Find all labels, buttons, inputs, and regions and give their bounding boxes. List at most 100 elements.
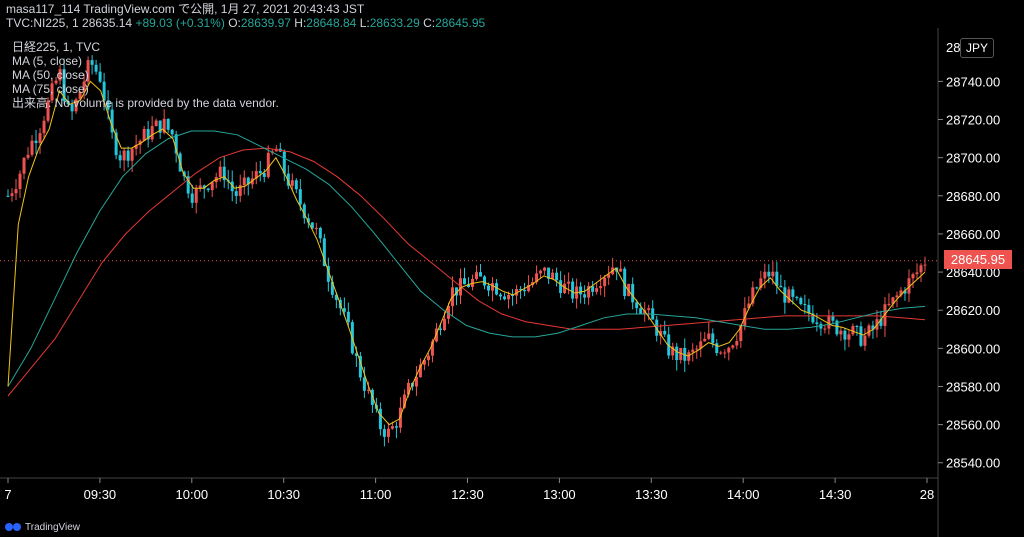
candle-body	[731, 345, 735, 348]
candle-body	[22, 157, 26, 174]
candle-body	[691, 349, 695, 353]
candle-body	[923, 264, 927, 266]
candle-body	[687, 352, 691, 361]
y-tick-label: 28660.00	[946, 227, 1000, 242]
candle-body	[831, 315, 835, 321]
legend-series-title[interactable]: 日経225, 1, TVC	[12, 40, 279, 54]
last-price-label: 28645.95	[944, 250, 1012, 269]
candle-body	[479, 272, 483, 277]
candle-body	[166, 118, 170, 130]
candle-body	[887, 303, 891, 305]
candle-body	[823, 328, 827, 330]
y-tick-label: 28740.00	[946, 74, 1000, 89]
x-tick-label: 14:30	[819, 487, 852, 502]
candle-body	[843, 330, 847, 340]
candle-body	[771, 271, 775, 277]
candle-body	[567, 281, 571, 284]
candle-body	[855, 325, 859, 327]
candle-body	[38, 133, 42, 143]
x-tick-label: 7	[4, 487, 11, 502]
candle-body	[603, 277, 607, 287]
candle-body	[26, 154, 30, 158]
candle-body	[795, 296, 799, 299]
candle-body	[559, 280, 563, 294]
candle-body	[18, 173, 22, 190]
candle-body	[755, 287, 759, 289]
y-tick-label: 28600.00	[946, 341, 1000, 356]
candle-body	[787, 289, 791, 303]
candle-body	[711, 333, 715, 344]
candle-body	[487, 285, 491, 291]
candle-body	[839, 330, 843, 335]
candle-body	[779, 285, 783, 288]
candle-body	[911, 274, 915, 279]
x-tick-label: 11:00	[360, 487, 392, 502]
y-tick-label: 28620.00	[946, 303, 1000, 318]
candle-body	[775, 271, 779, 286]
candle-body	[386, 428, 390, 437]
candle-body	[727, 347, 731, 353]
candle-body	[483, 276, 487, 286]
candle-body	[170, 129, 174, 135]
y-tick-label: 28560.00	[946, 418, 1000, 433]
candle-body	[663, 331, 667, 335]
legend-volume-note: 出来高: No volume is provided by the data v…	[12, 96, 279, 110]
candle-body	[815, 322, 819, 324]
candle-body	[142, 128, 146, 141]
candle-body	[122, 150, 126, 161]
x-tick-label: 14:00	[727, 487, 760, 502]
candle-body	[118, 155, 122, 161]
x-tick-label: 28	[920, 487, 934, 502]
candle-body	[695, 348, 699, 350]
candle-body	[426, 355, 430, 361]
chart-legend: 日経225, 1, TVC MA (5, close) MA (50, clos…	[12, 40, 279, 110]
candle-body	[915, 272, 919, 275]
candle-body	[475, 272, 479, 279]
candle-body	[715, 343, 719, 354]
candle-body	[799, 298, 803, 305]
x-tick-label: 10:00	[176, 487, 209, 502]
candle-body	[827, 315, 831, 329]
candle-body	[130, 148, 134, 161]
candle-body	[707, 333, 711, 339]
candle-body	[382, 429, 386, 437]
candle-body	[647, 308, 651, 311]
y-tick-label: 28700.00	[946, 151, 1000, 166]
tradingview-branding[interactable]: TradingView	[4, 521, 80, 533]
legend-ma75[interactable]: MA (75, close)	[12, 82, 279, 96]
currency-button[interactable]: JPY	[960, 38, 994, 58]
candle-body	[851, 325, 855, 335]
candle-body	[318, 227, 322, 239]
y-tick-label: 28540.00	[946, 456, 1000, 471]
candle-body	[30, 140, 34, 155]
candle-body	[290, 180, 294, 186]
x-tick-label: 09:30	[84, 487, 117, 502]
candle-body	[462, 278, 466, 285]
y-tick-label: 28580.00	[946, 379, 1000, 394]
legend-ma5[interactable]: MA (5, close)	[12, 54, 279, 68]
candle-body	[42, 120, 46, 134]
candle-body	[499, 294, 503, 297]
candle-body	[583, 294, 587, 298]
candle-body	[579, 286, 583, 295]
candle-body	[438, 328, 442, 331]
candle-body	[895, 295, 899, 298]
candle-body	[206, 188, 210, 191]
candle-body	[150, 126, 154, 140]
candle-body	[218, 166, 222, 178]
candle-body	[763, 271, 767, 279]
candle-body	[919, 265, 923, 273]
candle-body	[378, 408, 382, 430]
candle-body	[346, 311, 350, 323]
legend-ma50[interactable]: MA (50, close)	[12, 68, 279, 82]
candle-body	[523, 289, 527, 292]
x-tick-label: 12:30	[451, 487, 484, 502]
candle-body	[210, 182, 214, 191]
candle-body	[767, 271, 771, 277]
candle-body	[442, 318, 446, 331]
candle-body	[362, 377, 366, 391]
candle-body	[595, 288, 599, 292]
candle-body	[503, 296, 507, 300]
candle-body	[539, 270, 543, 274]
candle-body	[543, 267, 547, 271]
